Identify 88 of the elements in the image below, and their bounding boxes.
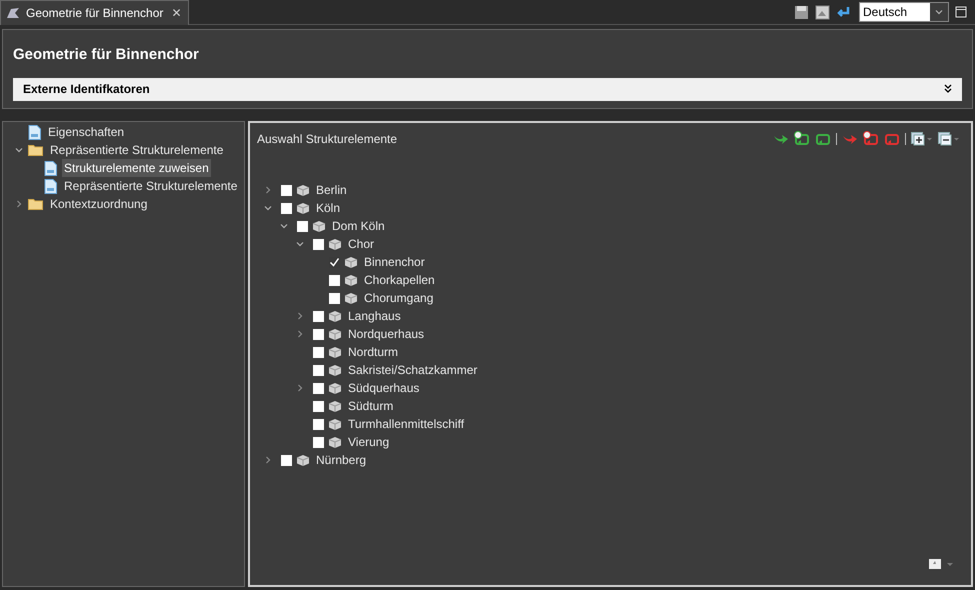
tree-item-label[interactable]: Sakristei/Schatzkammer [348,361,478,379]
loop-icon[interactable] [815,131,831,147]
navigation-item[interactable]: Strukturelemente zuweisen [62,159,211,177]
cube-icon [328,364,342,376]
cube-icon [328,418,342,430]
checkbox[interactable] [313,418,324,430]
tree-item-label[interactable]: Chorumgang [364,289,434,307]
cube-icon [344,292,358,304]
chevron-right-icon[interactable] [296,312,304,320]
chevron-down-icon[interactable] [296,240,304,248]
document-icon [28,124,41,140]
checkbox[interactable] [313,436,324,448]
arrow-icon[interactable] [842,132,858,146]
language-select[interactable]: Deutsch [859,2,949,22]
checkbox[interactable] [329,274,340,286]
chevron-down-icon[interactable] [280,222,288,230]
checkbox[interactable] [313,364,324,376]
checkbox[interactable] [313,310,324,322]
tree-item-label[interactable]: Chor [348,235,374,253]
chevron-down-icon[interactable] [935,8,943,16]
tab-title: Geometrie für Binnenchor [26,4,164,22]
cube-icon [328,238,342,250]
checkbox[interactable] [313,346,324,358]
checkbox[interactable] [313,238,324,250]
cube-icon [328,382,342,394]
cube-icon [296,202,310,214]
arrow-icon[interactable] [773,132,789,146]
cube-icon [328,346,342,358]
tree-item-label[interactable]: Chorkapellen [364,271,435,289]
cube-icon [344,256,358,268]
tree-item-label[interactable]: Dom Köln [332,217,385,235]
chevron-down-icon[interactable] [264,204,272,212]
cube-icon [296,454,310,466]
return-arrow-icon[interactable] [836,4,851,20]
editor-tab[interactable]: Geometrie für Binnenchor ✕ [0,0,190,24]
cube-icon [312,220,326,232]
close-button[interactable]: ✕ [169,4,184,22]
tree-item-label[interactable]: Nordquerhaus [348,325,424,343]
chevron-right-icon[interactable] [264,186,272,194]
checkbox[interactable] [281,184,292,196]
cube-icon [328,328,342,340]
navigation-item[interactable]: Eigenschaften [46,123,126,141]
cube-icon [344,274,358,286]
save-icon[interactable] [794,4,809,20]
navigation-item[interactable]: Repräsentierte Strukturelemente [48,141,226,159]
document-icon [44,178,57,194]
tree-item-label[interactable]: Binnenchor [364,253,425,271]
tree-item-label[interactable]: Südquerhaus [348,379,420,397]
checkbox[interactable] [297,220,308,232]
chevron-right-icon[interactable] [296,330,304,338]
chevron-right-icon[interactable] [15,200,23,208]
chevron-down-icon[interactable] [15,146,23,154]
maximize-icon[interactable] [955,6,967,18]
editor-title: Geometrie für Binnenchor [13,45,200,65]
panel-title: Auswahl Strukturelemente [257,131,398,148]
navigation-item[interactable]: Kontextzuordnung [48,195,150,213]
cube-icon [296,184,310,196]
loop-icon[interactable] [863,131,879,147]
loop-icon[interactable] [794,131,810,147]
checkbox[interactable] [329,292,340,304]
section-header[interactable]: Externe Identifkatoren [13,78,962,100]
tree-item-label[interactable]: Vierung [348,433,390,451]
document-icon [44,160,57,176]
image-icon[interactable] [815,4,830,20]
double-chevron-icon [944,84,952,94]
chevron-right-icon[interactable] [264,456,272,464]
expand-all-icon[interactable] [911,132,933,146]
tree-item-label[interactable]: Südturm [348,397,394,415]
tree-item-label[interactable]: Nordturm [348,343,398,361]
navigation-item[interactable]: Repräsentierte Strukturelemente [62,177,240,195]
checkbox[interactable] [281,454,292,466]
cube-icon [328,436,342,448]
tree-item-label[interactable]: Berlin [316,181,347,199]
editor-icon [6,6,20,18]
checkbox[interactable] [313,382,324,394]
checkbox[interactable] [313,328,324,340]
folder-icon [28,144,43,156]
folder-icon [28,198,43,210]
tree-item-label[interactable]: Turmhallenmittelschiff [348,415,464,433]
checkbox[interactable] [281,202,292,214]
collapse-all-icon[interactable] [938,132,960,146]
tree-item-label[interactable]: Köln [316,199,340,217]
cube-icon [328,310,342,322]
tree-item-label[interactable]: Nürnberg [316,451,366,469]
cube-icon [328,400,342,412]
chevron-right-icon[interactable] [296,384,304,392]
tree-item-label[interactable]: Langhaus [348,307,401,325]
checkbox[interactable] [313,400,324,412]
